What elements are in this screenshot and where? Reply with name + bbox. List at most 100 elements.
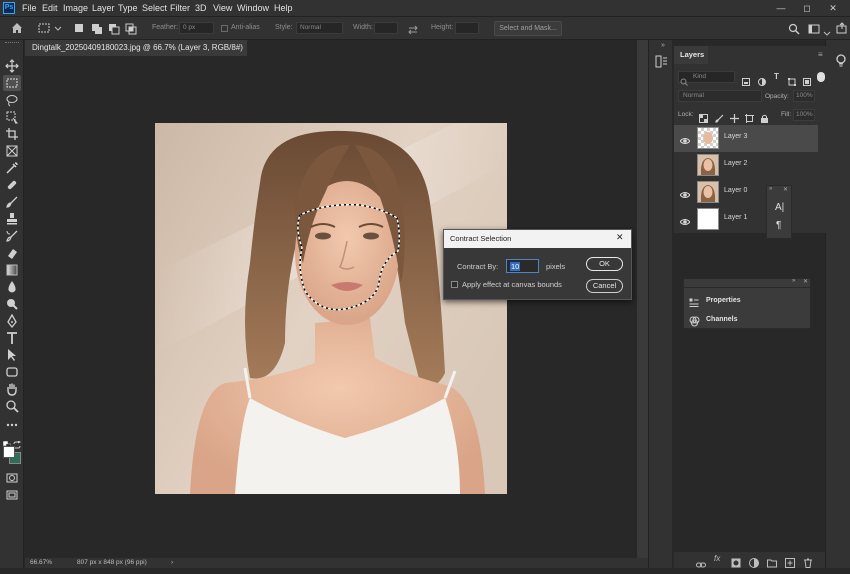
- fill-input[interactable]: 100%: [793, 109, 815, 121]
- quick-mask-icon[interactable]: [3, 470, 21, 486]
- channels-icon[interactable]: [689, 314, 700, 327]
- channels-label[interactable]: Channels: [706, 316, 738, 323]
- character-panel-icon[interactable]: A|: [775, 202, 784, 213]
- swap-colors-icon[interactable]: [13, 436, 22, 449]
- default-colors-icon[interactable]: [2, 436, 12, 450]
- healing-brush-tool-icon[interactable]: [3, 177, 21, 193]
- blend-mode-select[interactable]: Normal: [678, 90, 762, 102]
- layer-name[interactable]: Layer 0: [724, 187, 747, 194]
- lock-all-icon[interactable]: [760, 110, 769, 123]
- menu-image[interactable]: Image: [63, 0, 88, 16]
- move-tool-icon[interactable]: [3, 58, 21, 74]
- layer-row-layer-2[interactable]: Layer 2: [674, 152, 818, 179]
- filter-type-icon[interactable]: T: [774, 72, 779, 81]
- layer-row-layer-3[interactable]: Layer 3: [674, 125, 818, 152]
- object-selection-tool-icon[interactable]: [3, 109, 21, 125]
- pc-panel-expand-icon[interactable]: »: [792, 278, 795, 284]
- layer-row-layer-0[interactable]: Layer 0: [674, 179, 818, 206]
- feather-input[interactable]: 0 px: [179, 22, 214, 34]
- layers-menu-icon[interactable]: ≡: [818, 50, 823, 59]
- pc-panel-close-icon[interactable]: ✕: [803, 278, 808, 285]
- add-selection-icon[interactable]: [91, 22, 103, 34]
- status-menu-arrow[interactable]: ›: [171, 558, 173, 568]
- visibility-eye-icon[interactable]: [679, 133, 691, 144]
- gradient-tool-icon[interactable]: [3, 262, 21, 278]
- filter-smart-object-icon[interactable]: [803, 73, 811, 86]
- delete-layer-icon[interactable]: [803, 555, 813, 568]
- new-layer-icon[interactable]: [785, 555, 795, 568]
- filter-pixel-icon[interactable]: [742, 73, 750, 86]
- lock-artboard-icon[interactable]: [745, 110, 754, 123]
- screen-mode-icon[interactable]: [3, 487, 21, 503]
- close-window-button[interactable]: ✕: [822, 0, 844, 16]
- mini-panel-close-icon[interactable]: ✕: [783, 186, 788, 193]
- menu-help[interactable]: Help: [274, 0, 293, 16]
- menu-view[interactable]: View: [213, 0, 232, 16]
- filter-shape-icon[interactable]: [788, 73, 796, 86]
- pc-panel-header[interactable]: » ✕: [683, 278, 811, 287]
- menu-file[interactable]: File: [22, 0, 37, 16]
- eraser-tool-icon[interactable]: [3, 245, 21, 261]
- subtract-selection-icon[interactable]: [108, 22, 120, 35]
- menu-select[interactable]: Select: [142, 0, 167, 16]
- adjustment-layer-icon[interactable]: [749, 555, 759, 568]
- layer-name[interactable]: Layer 3: [724, 133, 747, 140]
- width-input[interactable]: [374, 22, 398, 34]
- layer-name[interactable]: Layer 2: [724, 160, 747, 167]
- contract-by-input[interactable]: 10: [506, 259, 539, 273]
- document-image[interactable]: [155, 123, 507, 494]
- filter-toggle[interactable]: [817, 72, 825, 82]
- path-selection-tool-icon[interactable]: [3, 347, 21, 363]
- crop-tool-icon[interactable]: [3, 126, 21, 142]
- layer-style-icon[interactable]: fx: [714, 554, 720, 563]
- opacity-input[interactable]: 100%: [793, 90, 815, 102]
- menu-window[interactable]: Window: [237, 0, 269, 16]
- rectangular-marquee-tool-icon[interactable]: [3, 75, 21, 91]
- clone-stamp-tool-icon[interactable]: [3, 211, 21, 227]
- search-icon[interactable]: [788, 22, 800, 35]
- workspace-dropdown-icon[interactable]: [823, 24, 831, 36]
- canvas-bounds-label[interactable]: Apply effect at canvas bounds: [462, 280, 562, 289]
- menu-3d[interactable]: 3D: [195, 0, 207, 16]
- add-mask-icon[interactable]: [731, 555, 741, 568]
- ok-button[interactable]: OK: [586, 257, 623, 271]
- eyedropper-tool-icon[interactable]: [3, 160, 21, 176]
- lock-pixels-icon[interactable]: [715, 110, 724, 123]
- rectangle-tool-icon[interactable]: [3, 364, 21, 380]
- foreground-color-swatch[interactable]: [3, 446, 15, 458]
- filter-adjustment-icon[interactable]: [758, 73, 766, 86]
- workspace-icon[interactable]: [808, 22, 820, 34]
- history-panel-icon[interactable]: [655, 55, 668, 68]
- layer-row-layer-1[interactable]: Layer 1: [674, 206, 818, 233]
- mini-panel-expand-icon[interactable]: »: [769, 186, 772, 192]
- vertical-scrollbar[interactable]: [637, 40, 648, 558]
- swap-dimensions-icon[interactable]: [407, 23, 419, 35]
- layer-name[interactable]: Layer 1: [724, 214, 747, 221]
- properties-label[interactable]: Properties: [706, 297, 741, 304]
- minimize-button[interactable]: —: [770, 0, 792, 16]
- zoom-level[interactable]: 66.67%: [30, 558, 52, 568]
- link-layers-icon[interactable]: [696, 556, 706, 568]
- zoom-tool-icon[interactable]: [3, 398, 21, 414]
- new-group-icon[interactable]: [767, 555, 777, 568]
- dialog-close-icon[interactable]: ✕: [616, 232, 624, 243]
- height-input[interactable]: [455, 22, 479, 34]
- style-select[interactable]: Normal: [296, 22, 343, 34]
- blur-tool-icon[interactable]: [3, 279, 21, 295]
- lasso-tool-icon[interactable]: [3, 92, 21, 108]
- pen-tool-icon[interactable]: [3, 313, 21, 329]
- learn-icon[interactable]: [834, 54, 848, 68]
- visibility-eye-icon[interactable]: [679, 214, 691, 225]
- more-tools-icon[interactable]: [3, 417, 21, 433]
- brush-tool-icon[interactable]: [3, 194, 21, 210]
- intersect-selection-icon[interactable]: [125, 22, 137, 35]
- canvas-bounds-checkbox[interactable]: [451, 281, 458, 288]
- type-tool-icon[interactable]: [3, 330, 21, 346]
- maximize-button[interactable]: ◻: [796, 0, 818, 16]
- dodge-tool-icon[interactable]: [3, 296, 21, 312]
- toolbar-grip[interactable]: [5, 42, 19, 46]
- menu-type[interactable]: Type: [118, 0, 138, 16]
- paragraph-panel-icon[interactable]: ¶: [776, 220, 781, 231]
- layers-tab[interactable]: Layers: [674, 46, 708, 64]
- antialias-checkbox[interactable]: [221, 25, 228, 32]
